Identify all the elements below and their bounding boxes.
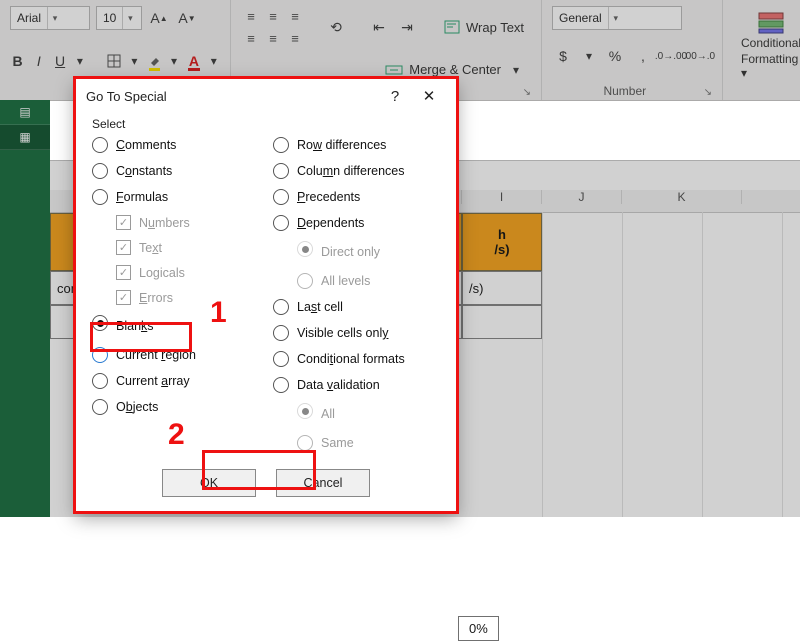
number-format-combo[interactable]: General▾ <box>552 6 682 30</box>
chevron-down-icon[interactable]: ▾ <box>507 61 525 79</box>
option-direct-only: Direct only <box>297 241 405 263</box>
help-icon[interactable]: ? <box>378 88 412 105</box>
chevron-down-icon[interactable]: ▾ <box>128 52 140 70</box>
col-header[interactable]: J <box>542 190 622 204</box>
decrease-indent-icon[interactable]: ⇤ <box>368 16 390 38</box>
grid-lines <box>542 212 800 517</box>
col-header[interactable]: I <box>462 190 542 204</box>
align-middle-icon[interactable]: ≡ <box>263 6 283 26</box>
increase-font-icon[interactable]: A▲ <box>148 7 170 29</box>
font-size: 10 <box>97 11 122 25</box>
hdr-right1: h <box>498 227 506 242</box>
sheet-nav-icon[interactable]: ▦ <box>0 125 50 150</box>
conditional-formatting-button[interactable]: Conditional Formatting ▾ <box>733 6 800 84</box>
options-left-column: CCommentsomments Constants Formulas ✓Num… <box>92 137 247 451</box>
chevron-down-icon[interactable]: ▾ <box>47 7 62 29</box>
borders-icon[interactable] <box>107 50 122 72</box>
wrap-text-label: Wrap Text <box>466 20 524 35</box>
sheet-corner-icon[interactable]: ▤ <box>0 100 50 125</box>
options-right-column: Row differences Column differences Prece… <box>273 137 405 451</box>
option-logicals: ✓Logicals <box>116 265 247 280</box>
chevron-down-icon[interactable]: ▾ <box>208 52 220 70</box>
row-header-strip: ▤ ▦ <box>0 100 50 517</box>
conditional-formatting-icon <box>757 10 785 34</box>
chevron-down-icon[interactable]: ▾ <box>580 47 598 65</box>
percent-format-icon[interactable]: % <box>604 45 626 67</box>
option-conditional-formats[interactable]: Conditional formats <box>273 351 405 367</box>
underline-button[interactable]: U <box>52 50 67 72</box>
increase-indent-icon[interactable]: ⇥ <box>396 16 418 38</box>
font-color-icon[interactable]: A <box>186 50 201 72</box>
annotation-2: 2 <box>168 418 185 452</box>
wrap-text-button[interactable]: Wrap Text <box>438 18 530 37</box>
font-size-combo[interactable]: 10▾ <box>96 6 142 30</box>
font-name-combo[interactable]: Arial▾ <box>10 6 90 30</box>
dialog-title: Go To Special <box>86 89 378 104</box>
option-precedents[interactable]: Precedents <box>273 189 405 205</box>
option-text: ✓Text <box>116 240 247 255</box>
decrease-font-icon[interactable]: A▼ <box>176 7 198 29</box>
align-top-icon[interactable]: ≡ <box>241 6 261 26</box>
align-right-icon[interactable]: ≡ <box>285 28 305 48</box>
go-to-special-dialog: Go To Special ? ✕ Select CCommentsomment… <box>75 78 457 512</box>
chevron-down-icon[interactable]: ▾ <box>168 52 180 70</box>
annotation-box-2 <box>202 450 316 490</box>
conditional-line2: Formatting <box>741 52 798 66</box>
number-group: General▾ $▾ % , .0→.00 .00→.0 Number↘ <box>542 0 723 100</box>
option-objects[interactable]: Objects <box>92 399 247 415</box>
number-format: General <box>553 11 608 25</box>
chevron-down-icon[interactable]: ▾ <box>74 52 86 70</box>
option-constants[interactable]: Constants <box>92 163 247 179</box>
align-center-icon[interactable]: ≡ <box>263 28 283 48</box>
annotation-box-1 <box>90 322 192 352</box>
italic-button[interactable]: I <box>31 50 46 72</box>
cell[interactable]: /s) <box>462 271 542 305</box>
close-icon[interactable]: ✕ <box>412 87 446 105</box>
option-errors: ✓Errors <box>116 290 247 305</box>
merge-center-label: Merge & Center <box>409 62 501 77</box>
option-dependents[interactable]: Dependents <box>273 215 405 231</box>
conditional-line1: Conditional <box>741 36 800 50</box>
decrease-decimal-icon[interactable]: .00→.0 <box>688 45 710 67</box>
option-column-differences[interactable]: Column differences <box>273 163 405 179</box>
alignment-grid: ≡≡≡ ≡≡≡ <box>241 6 305 48</box>
option-visible-cells[interactable]: Visible cells only <box>273 325 405 341</box>
chevron-down-icon[interactable]: ▾ <box>608 7 623 29</box>
option-row-differences[interactable]: Row differences <box>273 137 405 153</box>
option-data-validation[interactable]: Data validation <box>273 377 405 393</box>
option-current-array[interactable]: Current array <box>92 373 247 389</box>
chevron-down-icon[interactable]: ▾ <box>122 7 137 29</box>
font-name: Arial <box>11 11 47 25</box>
align-bottom-icon[interactable]: ≡ <box>285 6 305 26</box>
increase-decimal-icon[interactable]: .0→.00 <box>660 45 682 67</box>
option-same: Same <box>297 435 405 451</box>
option-all-levels: All levels <box>297 273 405 289</box>
annotation-1: 1 <box>210 296 227 330</box>
styles-group: Conditional Formatting ▾ <box>723 0 800 100</box>
option-numbers: ✓Numbers <box>116 215 247 230</box>
dialog-titlebar[interactable]: Go To Special ? ✕ <box>76 79 456 113</box>
accounting-format-icon[interactable]: $ <box>552 45 574 67</box>
hdr-right2: /s) <box>494 242 509 257</box>
align-left-icon[interactable]: ≡ <box>241 28 261 48</box>
option-formulas[interactable]: Formulas <box>92 189 247 205</box>
dialog-launcher-icon[interactable]: ↘ <box>704 87 712 98</box>
option-last-cell[interactable]: Last cell <box>273 299 405 315</box>
orientation-icon[interactable]: ⟲ <box>325 16 347 38</box>
cell[interactable]: 0% <box>458 616 499 641</box>
select-label: Select <box>92 117 440 131</box>
option-comments[interactable]: CCommentsomments <box>92 137 247 153</box>
comma-format-icon[interactable]: , <box>632 45 654 67</box>
group-label: Number <box>552 84 698 98</box>
bold-button[interactable]: B <box>10 50 25 72</box>
fill-color-icon[interactable] <box>147 50 162 72</box>
option-all: All <box>297 403 405 425</box>
col-header[interactable]: K <box>622 190 742 204</box>
dialog-launcher-icon[interactable]: ↘ <box>523 87 531 98</box>
